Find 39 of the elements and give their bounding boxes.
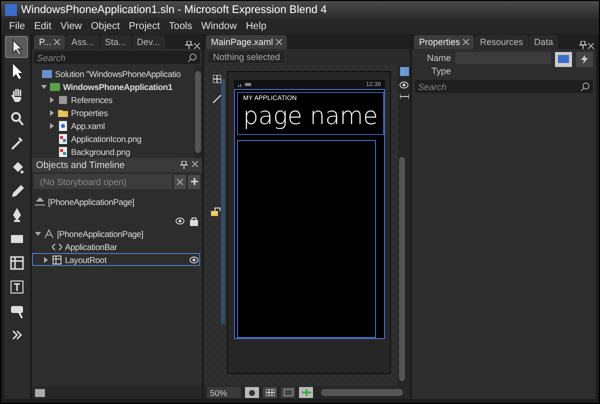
tree-item-label[interactable]: ApplicationBar	[65, 242, 118, 252]
tree-item-label[interactable]: References	[71, 95, 112, 106]
panel-tab[interactable]: Ass...	[66, 35, 99, 49]
panel-tab[interactable]: P...	[34, 35, 66, 49]
type-label: Type	[430, 66, 451, 76]
window-title: WindowsPhoneApplication1.sln - Microsoft Expression Blend 4	[21, 4, 327, 16]
menu-item[interactable]: Object	[90, 21, 120, 32]
search-field[interactable]: Search	[415, 80, 593, 93]
tree-item-label[interactable]: Solution "WindowsPhoneApplicatio	[55, 69, 181, 80]
zoom-field[interactable]: 50%	[207, 387, 241, 398]
menu-item[interactable]: Tools	[168, 21, 192, 32]
tree-item-label[interactable]: LayoutRoot	[65, 254, 106, 264]
tree-item-label[interactable]: Background.png	[71, 146, 130, 157]
menu-item[interactable]: File	[9, 21, 26, 32]
panel-tab[interactable]: Resources	[475, 35, 528, 49]
document-tab[interactable]: MainPage.xaml	[206, 35, 288, 49]
tree-item-label[interactable]: ApplicationIcon.png	[71, 134, 142, 144]
menu-item[interactable]: Edit	[34, 21, 52, 32]
menu-item[interactable]: Project	[128, 21, 160, 32]
tree-item-label[interactable]: App.xaml	[71, 120, 105, 131]
search-field[interactable]: Search	[34, 51, 200, 64]
menu-item[interactable]: Help	[246, 21, 266, 32]
tree-item-label[interactable]: WindowsPhoneApplication1	[63, 82, 172, 92]
panel-tab[interactable]: Sta...	[100, 35, 131, 49]
scope-label[interactable]: [PhoneApplicationPage]	[48, 196, 134, 206]
page-title: page name	[243, 102, 378, 130]
tree-item[interactable]: LayoutRoot	[32, 253, 200, 266]
tree-item[interactable]: [PhoneApplicationPage]	[32, 227, 200, 240]
menu-item[interactable]: Window	[201, 21, 237, 32]
tree-item-label[interactable]: [PhoneApplicationPage]	[57, 228, 144, 238]
panel-tab[interactable]: Dev...	[132, 35, 165, 49]
panel-tab[interactable]: Properties	[414, 35, 474, 49]
menu-item[interactable]: View	[60, 21, 82, 32]
name-label: Name	[426, 53, 451, 63]
breadcrumb: Nothing selected	[207, 50, 286, 64]
tree-item[interactable]: ApplicationBar	[32, 240, 200, 253]
panel-tab[interactable]: Data	[529, 35, 558, 49]
tree-item-label[interactable]: Properties	[71, 108, 108, 118]
panel-title: Objects and Timeline	[36, 160, 125, 170]
